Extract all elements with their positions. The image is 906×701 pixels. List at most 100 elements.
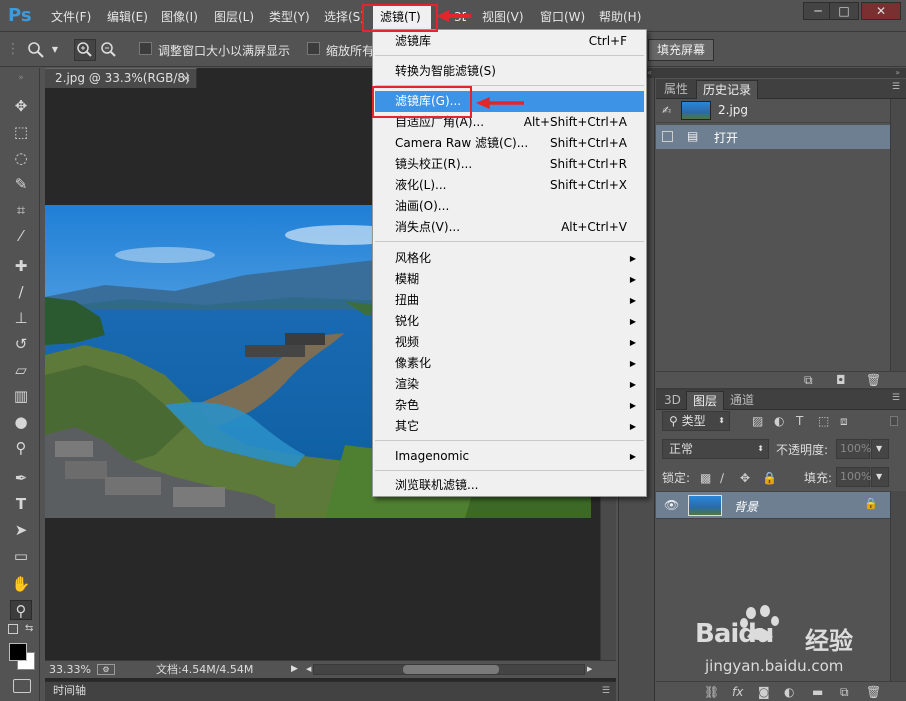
lock-transparent-icon[interactable]: ▩ [700, 471, 711, 485]
new-group-icon[interactable]: ▬ [812, 685, 823, 699]
brush-icon[interactable]: ∕ [10, 282, 32, 302]
menu-item-noise[interactable]: 杂色 ▶ [375, 395, 644, 416]
new-layer-icon[interactable]: ⧉ [840, 685, 849, 699]
delete-layer-icon[interactable]: 🗑 [866, 685, 881, 699]
zoom-all-checkbox[interactable] [307, 42, 320, 55]
menu-window[interactable]: 窗口(W) [540, 8, 585, 26]
new-document-from-state-icon[interactable]: ⧉ [804, 373, 813, 387]
history-panel-menu-icon[interactable]: ☰ [892, 82, 900, 92]
menu-item-lens-correction[interactable]: 镜头校正(R)... Shift+Ctrl+R [375, 154, 644, 175]
zoom-icon[interactable]: ⚲ [10, 600, 32, 620]
filter-type-icon[interactable]: T [796, 414, 803, 428]
menu-help[interactable]: 帮助(H) [599, 8, 641, 26]
quick-mask-icon[interactable] [13, 679, 31, 693]
link-layers-icon[interactable]: ⛓ [704, 685, 719, 699]
hand-icon[interactable]: ✋ [10, 574, 32, 594]
close-tab-icon[interactable]: × [181, 69, 191, 88]
menu-item-browse-filters-online[interactable]: 浏览联机滤镜... [375, 475, 644, 496]
menu-item-vanishing-point[interactable]: 消失点(V)... Alt+Ctrl+V [375, 217, 644, 238]
visibility-eye-icon[interactable]: 👁 [664, 498, 679, 512]
tab-channels[interactable]: 通道 [724, 391, 760, 410]
menu-item-distort[interactable]: 扭曲 ▶ [375, 290, 644, 311]
lock-position-icon[interactable]: ✥ [740, 471, 750, 485]
menu-image[interactable]: 图像(I) [161, 8, 198, 26]
path-select-icon[interactable]: ➤ [10, 520, 32, 540]
camera-icon[interactable]: ◘ [836, 373, 846, 387]
layers-panel-menu-icon[interactable]: ☰ [892, 393, 900, 403]
blend-mode-select[interactable]: 正常 ⬍ [662, 439, 769, 459]
menu-item-stylize[interactable]: 风格化 ▶ [375, 248, 644, 269]
lock-all-icon[interactable]: 🔒 [762, 471, 777, 485]
foreground-color-swatch[interactable] [9, 643, 27, 661]
menu-select[interactable]: 选择(S) [324, 8, 362, 26]
move-icon[interactable]: ✥ [10, 96, 32, 116]
tab-layers[interactable]: 图层 [686, 391, 725, 410]
crop-icon[interactable]: ⌗ [10, 200, 32, 220]
zoom-out-icon[interactable] [98, 39, 120, 61]
tab-3d[interactable]: 3D [658, 391, 687, 410]
menu-file[interactable]: 文件(F) [51, 8, 91, 26]
opacity-input[interactable]: 100% [836, 439, 871, 459]
layer-row[interactable]: 👁 背景 🔒 [656, 491, 890, 519]
trash-icon[interactable]: 🗑 [866, 373, 881, 387]
filter-smart-object-icon[interactable]: ⧈ [840, 414, 848, 428]
menu-item-sharpen[interactable]: 锐化 ▶ [375, 311, 644, 332]
layers-scrollbar[interactable] [890, 491, 906, 681]
fill-dropdown-icon[interactable]: ▼ [871, 467, 889, 487]
history-snapshot-row[interactable]: ✍ 2.jpg [656, 99, 890, 123]
close-window-button[interactable]: ✕ [861, 2, 901, 20]
menu-item-other[interactable]: 其它 ▶ [375, 416, 644, 437]
tab-properties[interactable]: 属性 [658, 80, 694, 99]
rectangle-icon[interactable]: ▭ [10, 546, 32, 566]
fx-icon[interactable]: fx [732, 685, 743, 699]
hscroll-left-icon[interactable]: ◀ [306, 661, 311, 678]
menu-item-convert-smart-filters[interactable]: 转换为智能滤镜(S) [375, 61, 644, 82]
gradient-icon[interactable]: ▥ [10, 386, 32, 406]
history-step-checkbox[interactable] [662, 131, 673, 142]
filter-shape-icon[interactable]: ⬚ [818, 414, 829, 428]
menu-item-imagenomic[interactable]: Imagenomic ▶ [375, 446, 644, 467]
fill-input[interactable]: 100% [836, 467, 871, 487]
marquee-icon[interactable]: ⬚ [10, 122, 32, 142]
menu-edit[interactable]: 编辑(E) [107, 8, 148, 26]
toolbox-collapse-icon[interactable]: » [10, 68, 32, 83]
default-colors-icon[interactable] [8, 624, 18, 634]
healing-icon[interactable]: ✚ [10, 256, 32, 276]
timeline-label[interactable]: 时间轴 [53, 682, 86, 700]
document-tab[interactable]: 2.jpg @ 33.3%(RGB/8) × [45, 68, 197, 88]
history-collapse-icon[interactable]: » [656, 68, 906, 78]
menu-item-liquify[interactable]: 液化(L)... Shift+Ctrl+X [375, 175, 644, 196]
blur-icon[interactable]: ● [10, 412, 32, 432]
type-icon[interactable]: T [10, 494, 32, 514]
layer-filter-select[interactable]: ⚲ 类型 ⬍ [662, 411, 730, 431]
filter-adjustment-icon[interactable]: ◐ [774, 414, 784, 428]
tab-history[interactable]: 历史记录 [696, 80, 759, 99]
pen-icon[interactable]: ✒ [10, 468, 32, 488]
menu-item-oil-paint[interactable]: 油画(O)... [375, 196, 644, 217]
status-menu-arrow-icon[interactable]: ▶ [291, 661, 298, 678]
snapshot-brush-icon[interactable]: ✍ [662, 104, 671, 117]
fill-screen-button[interactable]: 填充屏幕 [648, 39, 715, 61]
horizontal-scrollbar[interactable] [313, 664, 585, 675]
timeline-menu-icon[interactable]: ☰ [602, 682, 610, 700]
zoom-preset-icon[interactable] [25, 39, 47, 61]
menu-view[interactable]: 视图(V) [482, 8, 524, 26]
history-scrollbar[interactable] [890, 99, 906, 371]
eyedropper-icon[interactable]: ⁄ [10, 226, 32, 246]
lock-image-icon[interactable]: ∕ [720, 471, 724, 485]
layer-mask-icon[interactable]: ◙ [758, 685, 770, 699]
eraser-icon[interactable]: ▱ [10, 360, 32, 380]
filter-pixel-icon[interactable]: ▨ [752, 414, 763, 428]
maximize-button[interactable]: □ [829, 2, 859, 20]
history-brush-icon[interactable]: ↺ [10, 334, 32, 354]
menu-item-blur[interactable]: 模糊 ▶ [375, 269, 644, 290]
menu-item-camera-raw[interactable]: Camera Raw 滤镜(C)... Shift+Ctrl+A [375, 133, 644, 154]
menu-item-render[interactable]: 渲染 ▶ [375, 374, 644, 395]
swap-colors-icon[interactable]: ⇆ [25, 623, 33, 634]
menu-item-filter-gallery-last[interactable]: 滤镜库 Ctrl+F [375, 31, 644, 52]
menu-item-pixelate[interactable]: 像素化 ▶ [375, 353, 644, 374]
stamp-icon[interactable]: ⊥ [10, 308, 32, 328]
dodge-icon[interactable]: ⚲ [10, 438, 32, 458]
quick-select-icon[interactable]: ✎ [10, 174, 32, 194]
opacity-dropdown-icon[interactable]: ▼ [871, 439, 889, 459]
